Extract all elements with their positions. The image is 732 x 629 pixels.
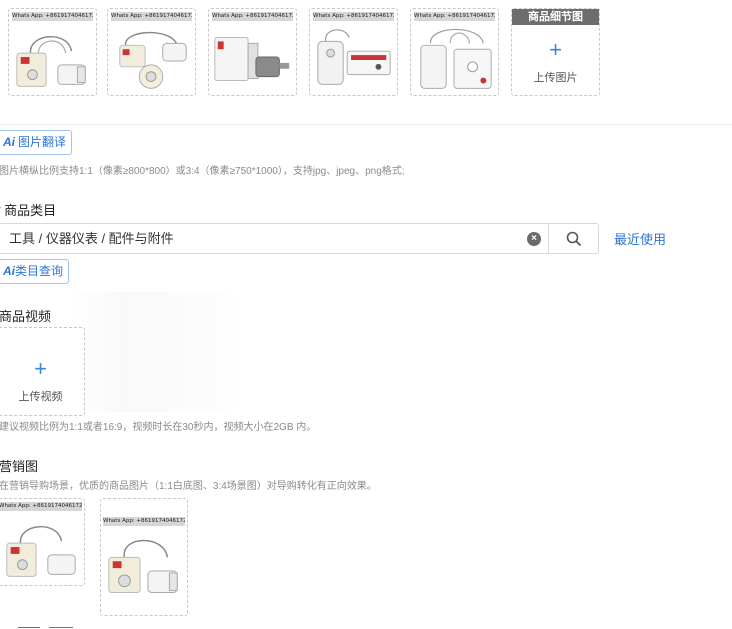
main-image-thumb-3[interactable]: Whats App: +8619174046172 — [208, 8, 297, 96]
ai-icon: Ai — [3, 264, 15, 278]
video-hint: 建议视频比例为1:1或者16:9，视频时长在30秒内，视频大小在2GB 内。 — [0, 422, 317, 433]
category-input[interactable]: 工具 / 仪器仪表 / 配件与附件 × — [0, 223, 548, 254]
product-photo — [317, 29, 391, 85]
watermark-text: Whats App: +8619174046172 — [0, 502, 82, 511]
category-query-button[interactable]: Ai类目查询 — [0, 259, 70, 284]
category-title: *商品类目 — [0, 200, 56, 219]
plus-icon: + — [34, 356, 47, 381]
marketing-hint: 在营销导购场景，优质的商品图片（1:1白底图、3:4场景图）对导购转化有正向效果… — [0, 481, 377, 492]
search-icon — [566, 231, 582, 247]
product-photo — [6, 525, 76, 577]
section-divider — [0, 124, 732, 125]
product-photo — [16, 35, 86, 87]
image-format-hint: 图片横纵比例支持1:1（像素≥800*800）或3:4（像素≥750*1000）… — [0, 166, 405, 177]
marketing-title: 营销图 — [0, 459, 39, 474]
clear-icon[interactable]: × — [527, 232, 541, 246]
product-photo — [420, 28, 492, 89]
main-image-thumb-4[interactable]: Whats App: +8619174046172 — [309, 8, 398, 96]
watermark-text: Whats App: +8619174046172 — [313, 12, 394, 21]
product-photo — [214, 37, 290, 81]
detail-image-upload[interactable]: 商品细节图 + 上传图片 — [511, 8, 600, 96]
category-search-button[interactable] — [548, 223, 599, 254]
category-query-label: 类目查询 — [15, 264, 64, 278]
watermark-text: Whats App: +8619174046172 — [12, 12, 93, 21]
watermark-text: Whats App: +8619174046172 — [103, 517, 185, 526]
main-image-thumb-5[interactable]: Whats App: +8619174046172 — [410, 8, 499, 96]
required-mark: * — [0, 203, 1, 218]
video-upload[interactable]: + 上传视频 — [0, 327, 85, 416]
cut-off-link — [0, 620, 74, 629]
main-image-thumb-2[interactable]: Whats App: +8619174046172 — [107, 8, 196, 96]
marketing-image-thumb-1[interactable]: Whats App: +8619174046172 — [0, 498, 85, 586]
product-photo — [108, 539, 178, 594]
category-title-text: 商品类目 — [4, 203, 57, 218]
watermark-text: Whats App: +8619174046172 — [212, 12, 293, 21]
upload-video-label: 上传视频 — [18, 391, 63, 403]
ai-icon: Ai — [3, 135, 15, 149]
image-translate-button[interactable]: Ai 图片翻译 — [0, 130, 73, 155]
category-value: 工具 / 仪器仪表 / 配件与附件 — [9, 231, 174, 246]
faded-background-image — [70, 292, 240, 412]
main-image-thumb-1[interactable]: Whats App: +8619174046172 — [8, 8, 97, 96]
video-title: 商品视频 — [0, 309, 52, 324]
watermark-text: Whats App: +8619174046172 — [414, 12, 495, 21]
image-translate-label: 图片翻译 — [18, 135, 67, 149]
product-photo — [119, 31, 187, 89]
detail-image-header: 商品细节图 — [512, 9, 599, 25]
marketing-image-thumb-2[interactable]: Whats App: +8619174046172 — [100, 498, 188, 616]
upload-image-label: 上传图片 — [533, 72, 578, 84]
plus-icon: + — [549, 37, 562, 62]
watermark-text: Whats App: +8619174046172 — [111, 12, 192, 21]
recent-used-link[interactable]: 最近使用 — [614, 229, 666, 248]
